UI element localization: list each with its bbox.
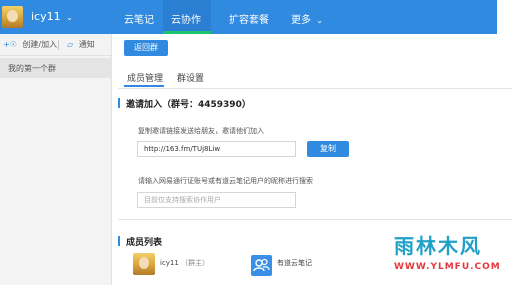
copy-link-button[interactable]: 复制 (307, 141, 349, 157)
search-hint: 请输入网易通行证账号或有道云笔记用户的昵称进行搜索 (138, 177, 313, 185)
nav-more[interactable]: 更多 ⌄ (291, 11, 323, 26)
youdao-notes-avatar (251, 255, 272, 276)
tab-member-management[interactable]: 成员管理 (127, 71, 163, 84)
divider (58, 40, 59, 50)
user-avatar[interactable] (2, 6, 23, 28)
active-tab-indicator (124, 85, 164, 87)
member-name: icy11 (160, 259, 179, 267)
tab-group-settings[interactable]: 群设置 (177, 71, 204, 84)
watermark-logo-text: 雨林木风 (394, 234, 482, 258)
section-marker (118, 236, 120, 246)
username-label: icy11 (31, 10, 61, 23)
member-search-input[interactable]: 目前仅支持搜索协作用户 (137, 192, 296, 208)
nav-expansion-plan[interactable]: 扩容套餐 (229, 11, 269, 26)
invite-link-hint: 复制邀请链接发送给朋友，邀请他们加入 (138, 127, 264, 135)
chevron-down-icon: ⌄ (316, 16, 323, 25)
invite-link-field[interactable]: http://163.fm/TUj8Liw (137, 141, 296, 157)
watermark-url: WWW.YLMFU.COM (394, 262, 501, 272)
add-user-icon: +☉ (3, 40, 17, 49)
tabs-divider (118, 88, 512, 89)
sidebar: +☉ 创建/加入 ▱ 通知 我的第一个群 (0, 34, 112, 285)
sidebar-item-group[interactable]: 我的第一个群 (0, 58, 112, 78)
invite-section-title: 邀请加入（群号：4459390） (126, 100, 251, 110)
chevron-down-icon: ⌄ (66, 13, 73, 22)
user-menu[interactable]: icy11 ⌄ (31, 10, 73, 23)
bell-icon: ▱ (67, 40, 74, 49)
section-divider (118, 219, 512, 220)
member-name: 有道云笔记 (277, 259, 312, 267)
member-role: （群主） (181, 259, 210, 267)
app-window: icy11 ⌄ 云笔记 云协作 扩容套餐 更多 ⌄ +☉ 创建/加入 ▱ 通知 … (0, 0, 513, 285)
notify-button[interactable]: ▱ 通知 (67, 39, 95, 50)
nav-cloud-collab[interactable]: 云协作 (171, 11, 201, 26)
back-to-group-button[interactable]: 返回群 (124, 40, 168, 56)
notify-label: 通知 (78, 40, 95, 49)
section-marker (118, 98, 120, 108)
member-avatar (133, 253, 155, 275)
nav-cloud-notes[interactable]: 云笔记 (124, 11, 154, 26)
member-list-title: 成员列表 (126, 238, 163, 248)
nav-more-label: 更多 (291, 15, 311, 26)
sidebar-actions: +☉ 创建/加入 ▱ 通知 (0, 34, 112, 56)
create-join-button[interactable]: +☉ 创建/加入 (3, 39, 57, 50)
member-item: icy11 （群主） (160, 258, 209, 268)
group-name-label: 我的第一个群 (8, 64, 56, 73)
top-nav-bar: icy11 ⌄ 云笔记 云协作 扩容套餐 更多 ⌄ (0, 0, 497, 34)
users-icon (253, 258, 270, 272)
create-join-label: 创建/加入 (22, 40, 58, 49)
site-watermark: 雨林木风 WWW.YLMFU.COM (382, 226, 508, 282)
